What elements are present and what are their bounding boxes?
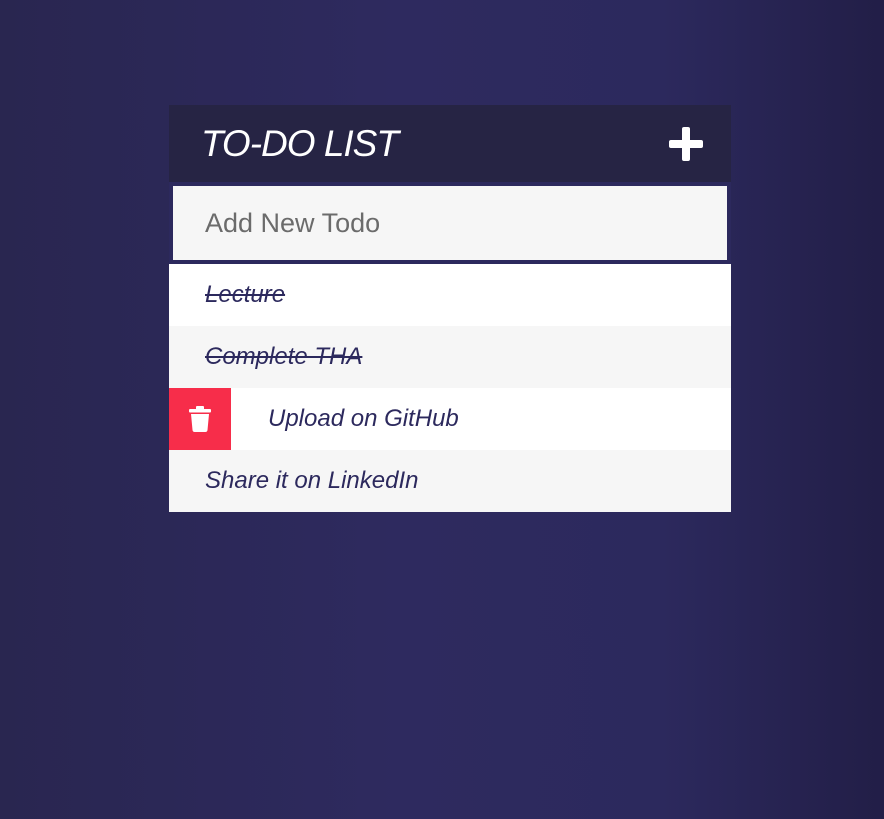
todo-card: TO-DO LIST Lecture Complete THA Upload o… [169,105,731,512]
todo-item-share-linkedin[interactable]: Share it on LinkedIn [169,450,731,512]
plus-icon[interactable] [669,126,703,161]
todo-text: Upload on GitHub [268,405,459,432]
todo-text: Share it on LinkedIn [205,467,419,494]
todo-list: Lecture Complete THA Upload on GitHub Sh… [169,264,731,512]
todo-text: Complete THA [205,343,363,370]
new-todo-input[interactable] [173,186,727,260]
todo-item-upload-github[interactable]: Upload on GitHub [169,388,731,450]
todo-header: TO-DO LIST [169,105,731,182]
todo-item-lecture[interactable]: Lecture [169,264,731,326]
trash-icon [189,406,211,432]
page-title: TO-DO LIST [201,123,399,164]
delete-button[interactable] [169,388,231,450]
todo-text: Lecture [205,281,286,308]
new-todo-container [169,182,731,264]
todo-item-complete-tha[interactable]: Complete THA [169,326,731,388]
